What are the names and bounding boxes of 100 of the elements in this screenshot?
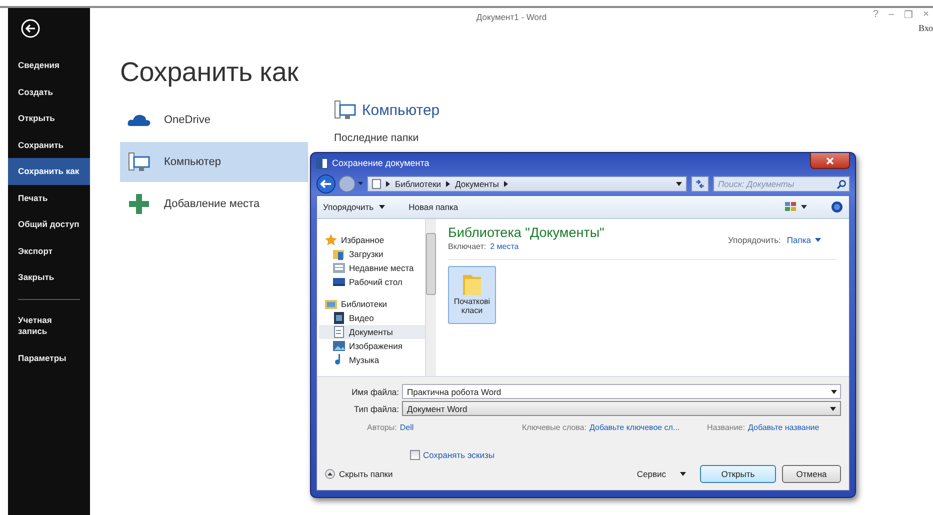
meta-value-link[interactable]: Добавьте название: [748, 423, 820, 432]
field-label: Тип файла:: [352, 404, 400, 414]
computer-icon: [334, 100, 356, 120]
plus-icon: [129, 194, 149, 214]
nav-item[interactable]: Загрузки: [325, 247, 425, 261]
nav-item[interactable]: Изображения: [325, 339, 425, 353]
checkbox[interactable]: [410, 450, 420, 460]
folder-item[interactable]: Початкові класи: [448, 266, 496, 324]
restore-button[interactable]: ❐: [904, 9, 914, 21]
menu-item[interactable]: Сведения: [8, 52, 90, 78]
place-label: Добавление места: [164, 198, 260, 210]
place-label: Компьютер: [164, 156, 221, 168]
address-bar[interactable]: Библиотеки Документы: [367, 176, 687, 192]
open-button[interactable]: Открыть: [700, 465, 776, 483]
file-name-field[interactable]: Практична робота Word: [402, 384, 841, 399]
close-button[interactable]: ×: [923, 9, 929, 21]
dropdown-caret-icon: [378, 205, 385, 209]
menu-item[interactable]: Печать: [8, 184, 90, 211]
menu-item[interactable]: Открыть: [8, 105, 90, 132]
tools-label: Сервис: [636, 469, 666, 479]
dialog-title: Сохранение документа: [332, 158, 430, 168]
back-icon[interactable]: [21, 19, 40, 38]
meta-value-link[interactable]: Dell: [400, 423, 414, 432]
scrollbar-thumb[interactable]: [426, 233, 436, 295]
dropdown-caret-icon: [680, 472, 686, 476]
minimize-button[interactable]: –: [888, 9, 894, 21]
organize-label: Упорядочить: [323, 202, 374, 212]
recent-places-icon: [333, 262, 345, 274]
refresh-button[interactable]: [691, 176, 709, 192]
location-title: Компьютер: [362, 102, 440, 118]
menu-item[interactable]: Учетная запись: [8, 308, 68, 344]
new-folder-button[interactable]: Новая папка: [408, 202, 458, 212]
breadcrumb-item[interactable]: Библиотеки: [395, 179, 442, 189]
help-button[interactable]: ?: [873, 9, 879, 21]
meta-label: Авторы:: [367, 423, 397, 432]
place-item[interactable]: Компьютер: [120, 142, 308, 182]
menu-item[interactable]: Закрыть: [8, 264, 90, 290]
cloud-icon: [127, 113, 151, 127]
field-value: Документ Word: [407, 404, 468, 414]
star-icon: [325, 234, 337, 246]
menu-item[interactable]: Создать: [8, 78, 90, 105]
menu-item[interactable]: Сохранить: [8, 132, 90, 158]
computer-icon: [128, 152, 150, 172]
arrange-dropdown[interactable]: Папка: [786, 235, 821, 245]
arrange-label: Упорядочить:: [728, 235, 781, 245]
nav-item[interactable]: Видео: [325, 311, 425, 325]
breadcrumb-item[interactable]: Документы: [455, 179, 499, 189]
includes-link[interactable]: 2 места: [490, 242, 519, 251]
menu-item[interactable]: Параметры: [8, 344, 90, 371]
library-icon: [325, 298, 337, 310]
organize-menu[interactable]: Упорядочить: [323, 202, 385, 212]
tools-menu[interactable]: Сервис: [636, 469, 686, 479]
nav-label: Избранное: [341, 235, 384, 245]
file-type-dropdown[interactable]: Документ Word: [402, 401, 841, 416]
meta-label: Название:: [707, 423, 745, 432]
checkbox-label: Сохранять эскизы: [423, 450, 495, 460]
nav-label: Библиотеки: [341, 299, 388, 309]
window-title: Документ1 - Word: [476, 12, 547, 22]
back-button[interactable]: [316, 174, 336, 194]
menu-item[interactable]: Сохранить как: [8, 158, 90, 184]
nav-label: Рабочий стол: [349, 277, 402, 287]
close-button[interactable]: [810, 153, 850, 169]
hide-folders-label: Скрыть папки: [339, 469, 393, 479]
word-app-icon: [316, 158, 328, 168]
collapse-icon: [325, 469, 335, 479]
nav-item[interactable]: Музыка: [325, 353, 425, 367]
menu-item[interactable]: Экспорт: [8, 238, 90, 264]
video-icon: [333, 312, 345, 324]
nav-item[interactable]: Недавние места: [325, 261, 425, 275]
place-label: OneDrive: [164, 114, 210, 126]
desktop-icon: [333, 276, 345, 288]
meta-value-link[interactable]: Добавьте ключевое сл...: [589, 423, 680, 432]
document-icon: [333, 326, 345, 338]
arrange-value: Папка: [786, 235, 811, 245]
chevron-icon: [504, 181, 508, 187]
dropdown-caret-icon: [676, 182, 682, 186]
nav-label: Видео: [349, 313, 374, 323]
dropdown-caret-icon: [831, 390, 837, 394]
nav-label: Изображения: [349, 341, 402, 351]
nav-item[interactable]: Документы: [319, 325, 425, 339]
folder-label: Початкові класи: [452, 297, 492, 315]
nav-item[interactable]: Избранное: [325, 233, 425, 247]
dropdown-caret-icon: [815, 238, 821, 242]
nav-item[interactable]: Библиотеки: [325, 297, 425, 311]
nav-label: Недавние места: [349, 263, 414, 273]
view-options-icon[interactable]: [785, 202, 807, 212]
nav-label: Документы: [349, 327, 393, 337]
recent-folders-heading: Последние папки: [334, 132, 420, 144]
hide-folders-button[interactable]: Скрыть папки: [325, 469, 393, 479]
nav-item[interactable]: Рабочий стол: [325, 275, 425, 289]
place-item[interactable]: OneDrive: [120, 100, 308, 140]
sign-in-link[interactable]: Вхо: [918, 23, 933, 33]
chevron-icon: [386, 181, 390, 187]
place-item[interactable]: Добавление места: [120, 184, 308, 224]
cancel-button[interactable]: Отмена: [782, 465, 841, 483]
search-field[interactable]: Поиск: Документы: [713, 176, 850, 192]
menu-item[interactable]: Общий доступ: [8, 211, 90, 238]
library-title: Библиотека "Документы": [448, 225, 606, 240]
includes-label: Включает:: [448, 242, 486, 251]
nav-label: Музыка: [349, 355, 380, 365]
